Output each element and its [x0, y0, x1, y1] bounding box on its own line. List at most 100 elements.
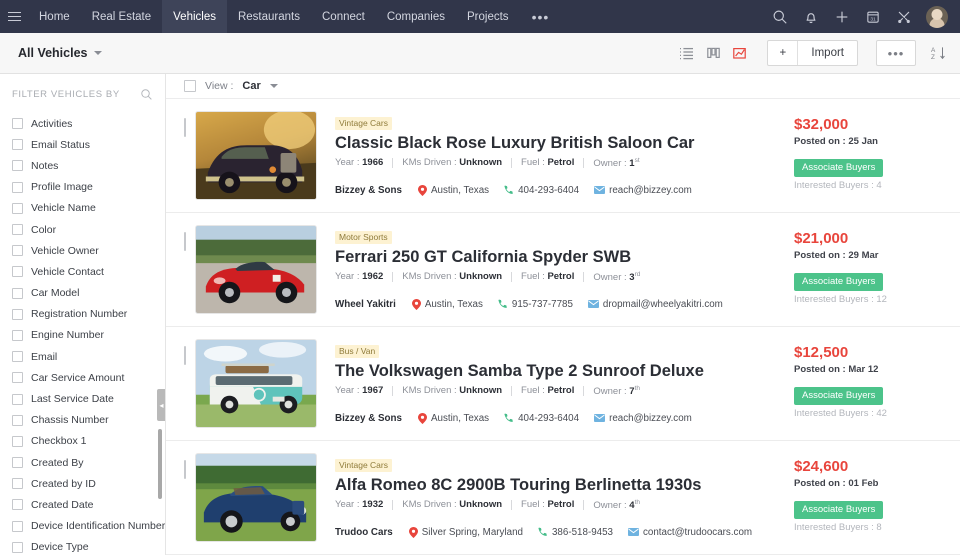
nav-item-home[interactable]: Home — [28, 0, 81, 33]
nav-item-vehicles[interactable]: Vehicles — [162, 0, 227, 33]
filter-checkbox[interactable] — [12, 435, 23, 447]
view-selector[interactable]: All Vehicles — [18, 46, 103, 60]
filter-item-color[interactable]: Color — [0, 219, 165, 240]
nav-item-real-estate[interactable]: Real Estate — [81, 0, 162, 33]
filter-checkbox[interactable] — [12, 541, 23, 553]
filter-item-profile-image[interactable]: Profile Image — [0, 177, 165, 198]
associate-buyers-button[interactable]: Associate Buyers — [794, 272, 884, 291]
nav-overflow-icon[interactable]: ••• — [520, 0, 562, 33]
filter-item-checkbox-1[interactable]: Checkbox 1 — [0, 431, 165, 452]
vehicle-card[interactable]: Bus / Van The Volkswagen Samba Type 2 Su… — [166, 327, 960, 441]
filter-item-device-type[interactable]: Device Type — [0, 537, 165, 555]
filter-checkbox[interactable] — [12, 499, 23, 511]
list-view-icon[interactable] — [679, 47, 694, 60]
notification-bell-icon[interactable] — [802, 8, 819, 25]
filter-checkbox[interactable] — [12, 329, 23, 341]
chevron-down-icon[interactable] — [269, 84, 278, 88]
vehicle-card[interactable]: Motor Sports Ferrari 250 GT California S… — [166, 213, 960, 327]
filter-item-created-by-id[interactable]: Created by ID — [0, 473, 165, 494]
view-field-value[interactable]: Car — [242, 80, 260, 92]
vehicle-kms: KMs Driven : Unknown — [402, 499, 503, 511]
filter-checkbox[interactable] — [12, 457, 23, 469]
select-all-checkbox[interactable] — [184, 80, 196, 92]
location-pin-icon — [411, 298, 421, 310]
vehicle-card[interactable]: Vintage Cars Alfa Romeo 8C 2900B Touring… — [166, 441, 960, 555]
filter-checkbox[interactable] — [12, 520, 23, 532]
card-select-checkbox[interactable] — [184, 460, 186, 479]
nav-item-restaurants[interactable]: Restaurants — [227, 0, 311, 33]
sidebar-collapse-handle[interactable]: ◂ — [157, 389, 165, 421]
import-button[interactable]: Import — [798, 41, 857, 65]
filter-item-email[interactable]: Email — [0, 346, 165, 367]
sort-az-icon[interactable]: A Z — [930, 45, 946, 61]
card-select-checkbox[interactable] — [184, 232, 186, 251]
sidebar-scrollbar[interactable] — [158, 429, 162, 499]
vehicle-card[interactable]: Vintage Cars Classic Black Rose Luxury B… — [166, 99, 960, 213]
meta-separator — [583, 157, 585, 168]
nav-item-companies[interactable]: Companies — [376, 0, 456, 33]
card-select-checkbox[interactable] — [184, 346, 186, 365]
hamburger-menu-icon[interactable] — [0, 0, 28, 33]
filter-item-created-by[interactable]: Created By — [0, 452, 165, 473]
filter-checkbox[interactable] — [12, 372, 23, 384]
filter-checkbox[interactable] — [12, 181, 23, 193]
associate-buyers-button[interactable]: Associate Buyers — [794, 158, 884, 177]
filter-checkbox[interactable] — [12, 202, 23, 214]
filter-item-car-model[interactable]: Car Model — [0, 283, 165, 304]
view-field-label: View : — [205, 80, 234, 92]
filter-item-car-service-amount[interactable]: Car Service Amount — [0, 367, 165, 388]
more-options-button[interactable]: ••• — [876, 40, 916, 66]
filter-checkbox[interactable] — [12, 287, 23, 299]
filter-checkbox[interactable] — [12, 118, 23, 130]
vehicle-fuel: Fuel : Petrol — [521, 271, 575, 283]
dealer-name: Wheel Yakitri — [335, 298, 396, 310]
filter-item-vehicle-name[interactable]: Vehicle Name — [0, 198, 165, 219]
vehicle-title[interactable]: The Volkswagen Samba Type 2 Sunroof Delu… — [335, 361, 786, 381]
filter-checkbox[interactable] — [12, 478, 23, 490]
meta-separator — [511, 385, 513, 396]
filter-item-last-service-date[interactable]: Last Service Date — [0, 388, 165, 409]
filter-checkbox[interactable] — [12, 245, 23, 257]
interested-buyers-count: Interested Buyers : 8 — [794, 521, 882, 533]
add-record-button[interactable]: + — [768, 41, 799, 65]
filter-item-device-identification-number[interactable]: Device Identification Number — [0, 516, 165, 537]
filter-checkbox[interactable] — [12, 414, 23, 426]
card-select-checkbox[interactable] — [184, 118, 186, 137]
filter-checkbox[interactable] — [12, 351, 23, 363]
associate-buyers-button[interactable]: Associate Buyers — [794, 386, 884, 405]
associate-buyers-button[interactable]: Associate Buyers — [794, 500, 884, 519]
filter-item-created-date[interactable]: Created Date — [0, 494, 165, 515]
filter-item-email-status[interactable]: Email Status — [0, 134, 165, 155]
filter-checkbox[interactable] — [12, 160, 23, 172]
vehicle-kms: KMs Driven : Unknown — [402, 157, 503, 169]
calendar-icon[interactable]: 31 — [864, 8, 881, 25]
filter-item-notes[interactable]: Notes — [0, 155, 165, 176]
filter-search-icon[interactable] — [140, 88, 153, 101]
filter-item-vehicle-contact[interactable]: Vehicle Contact — [0, 261, 165, 282]
filter-checkbox[interactable] — [12, 224, 23, 236]
filter-checkbox[interactable] — [12, 393, 23, 405]
svg-text:31: 31 — [870, 16, 876, 22]
filter-checkbox[interactable] — [12, 139, 23, 151]
vehicle-thumbnail-blue-alfa-romeo — [195, 453, 317, 542]
filter-item-activities[interactable]: Activities — [0, 113, 165, 134]
nav-item-connect[interactable]: Connect — [311, 0, 376, 33]
vehicle-title[interactable]: Classic Black Rose Luxury British Saloon… — [335, 133, 786, 153]
nav-item-projects[interactable]: Projects — [456, 0, 520, 33]
kanban-view-icon[interactable] — [707, 47, 721, 60]
filter-item-registration-number[interactable]: Registration Number — [0, 304, 165, 325]
chart-view-icon[interactable] — [733, 47, 747, 60]
email-icon — [628, 528, 639, 537]
filter-item-vehicle-owner[interactable]: Vehicle Owner — [0, 240, 165, 261]
filter-item-engine-number[interactable]: Engine Number — [0, 325, 165, 346]
tools-icon[interactable] — [895, 8, 912, 25]
filter-checkbox[interactable] — [12, 266, 23, 278]
vehicle-title[interactable]: Ferrari 250 GT California Spyder SWB — [335, 247, 786, 267]
search-icon[interactable] — [771, 8, 788, 25]
svg-text:Z: Z — [931, 54, 935, 61]
add-icon[interactable] — [833, 8, 850, 25]
filter-checkbox[interactable] — [12, 308, 23, 320]
filter-item-chassis-number[interactable]: Chassis Number — [0, 410, 165, 431]
user-avatar[interactable] — [926, 5, 948, 28]
vehicle-title[interactable]: Alfa Romeo 8C 2900B Touring Berlinetta 1… — [335, 475, 786, 495]
